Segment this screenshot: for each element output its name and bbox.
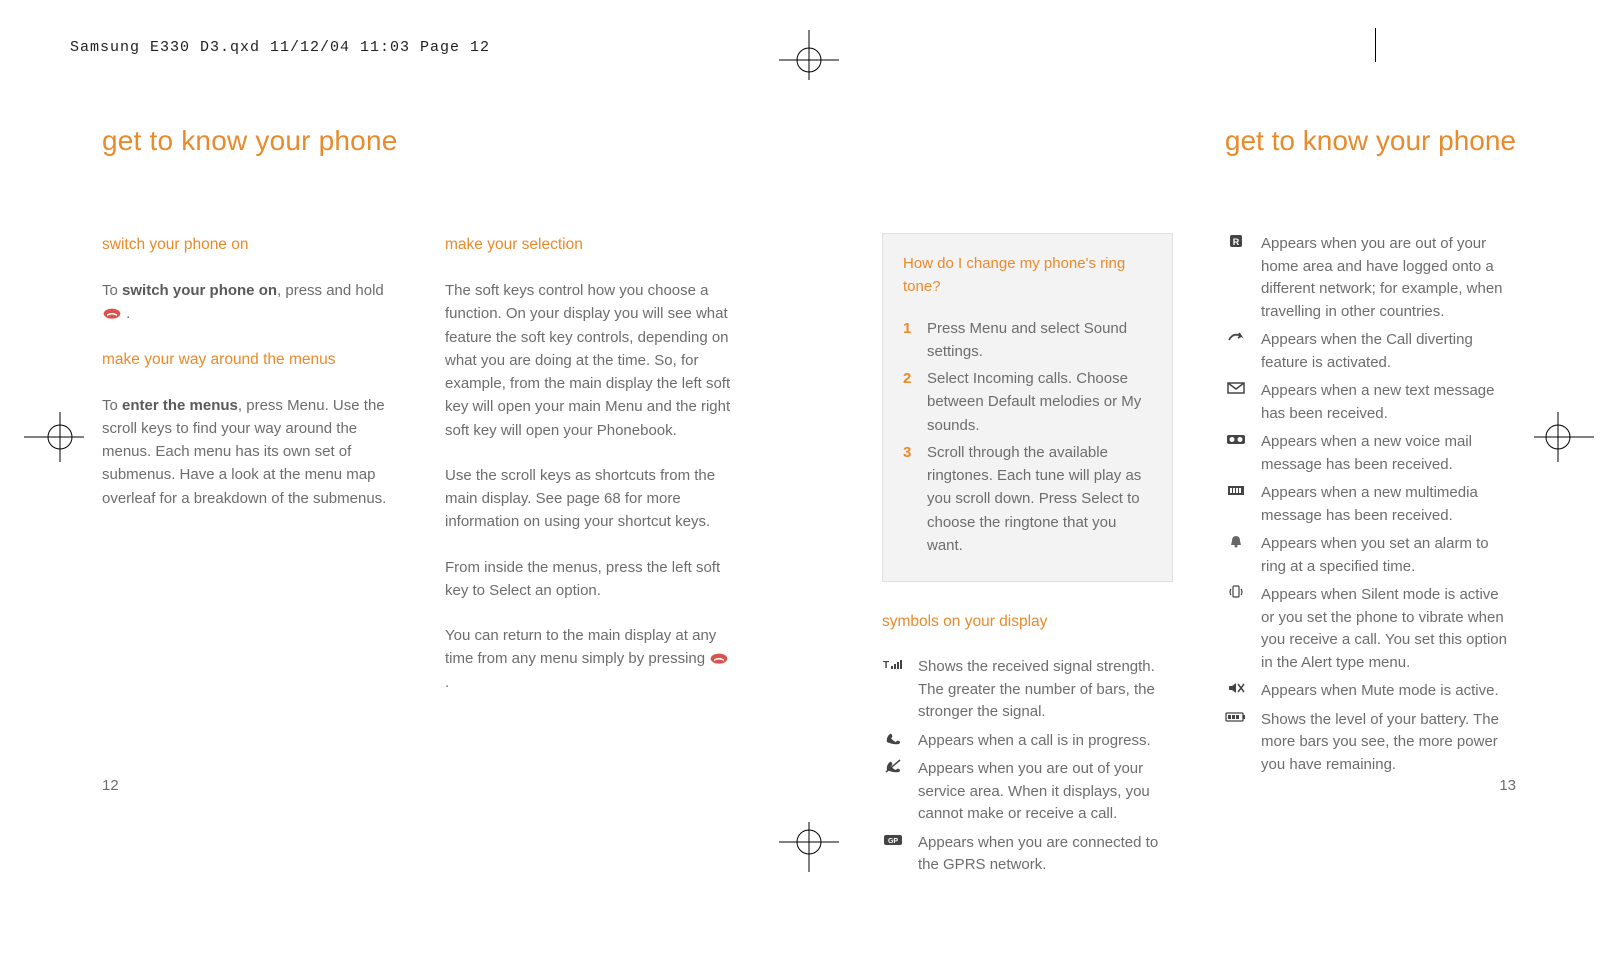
step-number: 3 bbox=[903, 441, 917, 557]
subhead-menus: make your way around the menus bbox=[102, 348, 393, 372]
para-select: From inside the menus, press the left so… bbox=[445, 556, 736, 603]
para-switch-on: To switch your phone on, press and hold … bbox=[102, 279, 393, 326]
vmail-icon bbox=[1225, 431, 1247, 476]
symbol-text: Appears when a new voice mail message ha… bbox=[1261, 431, 1516, 476]
symbol-row: Appears when a new voice mail message ha… bbox=[1225, 431, 1516, 476]
symbol-text: Appears when Mute mode is active. bbox=[1261, 680, 1516, 703]
step: 3Scroll through the available ringtones.… bbox=[903, 441, 1152, 557]
symbol-row: Appears when a new multimedia message ha… bbox=[1225, 482, 1516, 527]
svg-text:R: R bbox=[1233, 237, 1240, 247]
para-shortcuts: Use the scroll keys as shortcuts from th… bbox=[445, 464, 736, 534]
call-icon bbox=[882, 730, 904, 753]
registration-mark-top bbox=[769, 30, 849, 80]
signal-icon: T bbox=[882, 656, 904, 724]
file-header: Samsung E330 D3.qxd 11/12/04 11:03 Page … bbox=[70, 39, 490, 56]
symbol-text: Appears when Silent mode is active or yo… bbox=[1261, 584, 1516, 674]
nosvc-icon bbox=[882, 758, 904, 826]
battery-icon bbox=[1225, 709, 1247, 777]
document-spread: Samsung E330 D3.qxd 11/12/04 11:03 Page … bbox=[0, 0, 1618, 954]
step-number: 1 bbox=[903, 317, 917, 364]
step-text: Press Menu and select Sound settings. bbox=[927, 317, 1152, 364]
symbol-text: Appears when a new multimedia message ha… bbox=[1261, 482, 1516, 527]
right-col-1: How do I change my phone's ring tone? 1P… bbox=[882, 233, 1173, 883]
symbol-row: R Appears when you are out of your home a… bbox=[1225, 233, 1516, 323]
symbol-text: Appears when you are out of your home ar… bbox=[1261, 233, 1516, 323]
end-key-icon bbox=[709, 649, 729, 663]
registration-mark-right bbox=[1534, 412, 1594, 462]
symbol-row: Appears when a new text message has been… bbox=[1225, 380, 1516, 425]
page-spread: get to know your phone switch your phone… bbox=[102, 125, 1516, 764]
para-menus: To enter the menus, press Menu. Use the … bbox=[102, 394, 393, 510]
step-number: 2 bbox=[903, 367, 917, 437]
step: 2Select Incoming calls. Choose between D… bbox=[903, 367, 1152, 437]
svg-text:GP: GP bbox=[888, 838, 898, 845]
para-softkeys: The soft keys control how you choose a f… bbox=[445, 279, 736, 442]
tip-title: How do I change my phone's ring tone? bbox=[903, 252, 1152, 299]
symbol-row: Appears when you set an alarm to ring at… bbox=[1225, 533, 1516, 578]
subhead-selection: make your selection bbox=[445, 233, 736, 257]
symbol-row: Shows the level of your battery. The mor… bbox=[1225, 709, 1516, 777]
symbol-row: Appears when the Call diverting feature … bbox=[1225, 329, 1516, 374]
page-number-right: 13 bbox=[1499, 777, 1516, 794]
left-col-2: make your selection The soft keys contro… bbox=[445, 233, 736, 716]
bold-enter-menus: enter the menus bbox=[122, 397, 238, 414]
left-columns: switch your phone on To switch your phon… bbox=[102, 233, 736, 716]
mute-icon bbox=[1225, 680, 1247, 703]
text: . bbox=[122, 305, 130, 322]
left-col-1: switch your phone on To switch your phon… bbox=[102, 233, 393, 716]
step: 1Press Menu and select Sound settings. bbox=[903, 317, 1152, 364]
symbol-row: Appears when a call is in progress. bbox=[882, 730, 1173, 753]
divert-icon bbox=[1225, 329, 1247, 374]
symbol-row: Appears when Silent mode is active or yo… bbox=[1225, 584, 1516, 674]
bold-switch-on: switch your phone on bbox=[122, 282, 277, 299]
right-columns: How do I change my phone's ring tone? 1P… bbox=[882, 233, 1516, 883]
end-key-icon bbox=[102, 304, 122, 318]
symbol-text: Shows the received signal strength. The … bbox=[918, 656, 1173, 724]
crop-mark-right bbox=[1375, 28, 1377, 62]
symbol-row: T Shows the received signal strength. The… bbox=[882, 656, 1173, 724]
svg-text:T: T bbox=[883, 660, 889, 671]
step-text: Scroll through the available ringtones. … bbox=[927, 441, 1152, 557]
roam-icon: R bbox=[1225, 233, 1247, 323]
subhead-switch-on: switch your phone on bbox=[102, 233, 393, 257]
step-text: Select Incoming calls. Choose between De… bbox=[927, 367, 1152, 437]
symbol-text: Shows the level of your battery. The mor… bbox=[1261, 709, 1516, 777]
subhead-symbols: symbols on your display bbox=[882, 610, 1173, 634]
tip-box: How do I change my phone's ring tone? 1P… bbox=[882, 233, 1173, 582]
text: You can return to the main display at an… bbox=[445, 627, 716, 667]
silent-icon bbox=[1225, 584, 1247, 674]
mms-icon bbox=[1225, 482, 1247, 527]
symbol-text: Appears when a new text message has been… bbox=[1261, 380, 1516, 425]
symbol-row: Appears when you are out of your service… bbox=[882, 758, 1173, 826]
symbol-text: Appears when you set an alarm to ring at… bbox=[1261, 533, 1516, 578]
left-page: get to know your phone switch your phone… bbox=[102, 125, 736, 764]
text: . bbox=[445, 674, 449, 691]
right-col-2: R Appears when you are out of your home a… bbox=[1225, 233, 1516, 883]
text: , press and hold bbox=[277, 282, 384, 299]
registration-mark-bottom bbox=[769, 822, 849, 872]
symbol-text: Appears when a call is in progress. bbox=[918, 730, 1173, 753]
symbol-row: Appears when Mute mode is active. bbox=[1225, 680, 1516, 703]
page-title-left: get to know your phone bbox=[102, 125, 736, 157]
gprs-icon: GP bbox=[882, 832, 904, 877]
symbol-text: Appears when you are connected to the GP… bbox=[918, 832, 1173, 877]
sms-icon bbox=[1225, 380, 1247, 425]
right-page: get to know your phone How do I change m… bbox=[882, 125, 1516, 764]
text: To bbox=[102, 282, 122, 299]
symbol-row: GP Appears when you are connected to the … bbox=[882, 832, 1173, 877]
symbol-text: Appears when the Call diverting feature … bbox=[1261, 329, 1516, 374]
registration-mark-left bbox=[24, 412, 84, 462]
page-title-right: get to know your phone bbox=[882, 125, 1516, 157]
page-number-left: 12 bbox=[102, 777, 119, 794]
text: To bbox=[102, 397, 122, 414]
para-return: You can return to the main display at an… bbox=[445, 624, 736, 694]
alarm-icon bbox=[1225, 533, 1247, 578]
symbol-text: Appears when you are out of your service… bbox=[918, 758, 1173, 826]
